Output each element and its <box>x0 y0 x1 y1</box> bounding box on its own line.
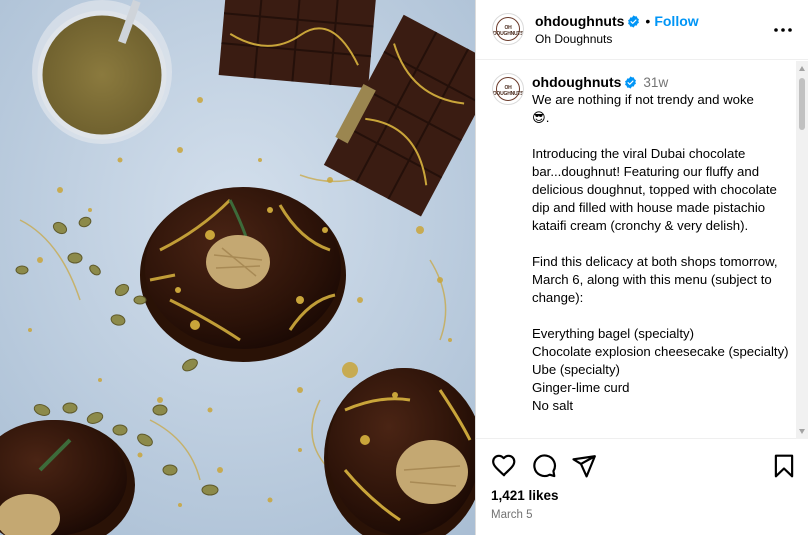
caption-area[interactable]: OH DOUGHNUTS ohdoughnuts 31w We are nothi… <box>476 61 808 439</box>
bookmark-icon[interactable] <box>771 453 797 479</box>
scroll-up-arrow[interactable] <box>799 66 805 71</box>
separator-dot: • <box>645 13 651 29</box>
post-sidebar: OH DOUGHNUTS ohdoughnuts • Follow Oh Dough… <box>475 0 808 535</box>
caption-text: We are nothing if not trendy and woke 😎.… <box>532 92 789 413</box>
caption-username[interactable]: ohdoughnuts <box>532 74 621 90</box>
likes-count[interactable]: 1,421 likes <box>491 488 559 503</box>
author-display-name: Oh Doughnuts <box>535 32 613 46</box>
caption-author-avatar[interactable]: OH DOUGHNUTS <box>492 73 524 105</box>
paper-plane-icon[interactable] <box>571 453 597 479</box>
caption-timestamp[interactable]: 31w <box>643 75 668 90</box>
post-header: OH DOUGHNUTS ohdoughnuts • Follow Oh Dough… <box>476 0 808 60</box>
scroll-down-arrow[interactable] <box>799 429 805 434</box>
post-image[interactable] <box>0 0 475 535</box>
author-username[interactable]: ohdoughnuts <box>535 13 624 29</box>
more-horizontal-icon[interactable] <box>773 20 793 40</box>
doughnut-photo <box>0 0 475 535</box>
scrollbar-thumb[interactable] <box>799 78 805 130</box>
comment-icon[interactable] <box>531 453 557 479</box>
author-avatar[interactable]: OH DOUGHNUTS <box>492 13 524 45</box>
heart-icon[interactable] <box>491 453 517 479</box>
caption-author-line: ohdoughnuts 31w <box>532 74 668 92</box>
verified-badge-icon <box>628 15 640 28</box>
follow-button[interactable]: Follow <box>654 13 698 29</box>
avatar-logo-text: OH DOUGHNUTS <box>493 25 524 37</box>
post-date[interactable]: March 5 <box>491 509 533 521</box>
verified-badge-icon <box>625 76 637 89</box>
caption-scrollbar[interactable] <box>796 61 808 439</box>
action-bar: 1,421 likes March 5 <box>476 439 808 535</box>
author-line: ohdoughnuts • Follow <box>535 13 699 31</box>
caption-avatar-logo-text: OH DOUGHNUTS <box>493 85 524 97</box>
